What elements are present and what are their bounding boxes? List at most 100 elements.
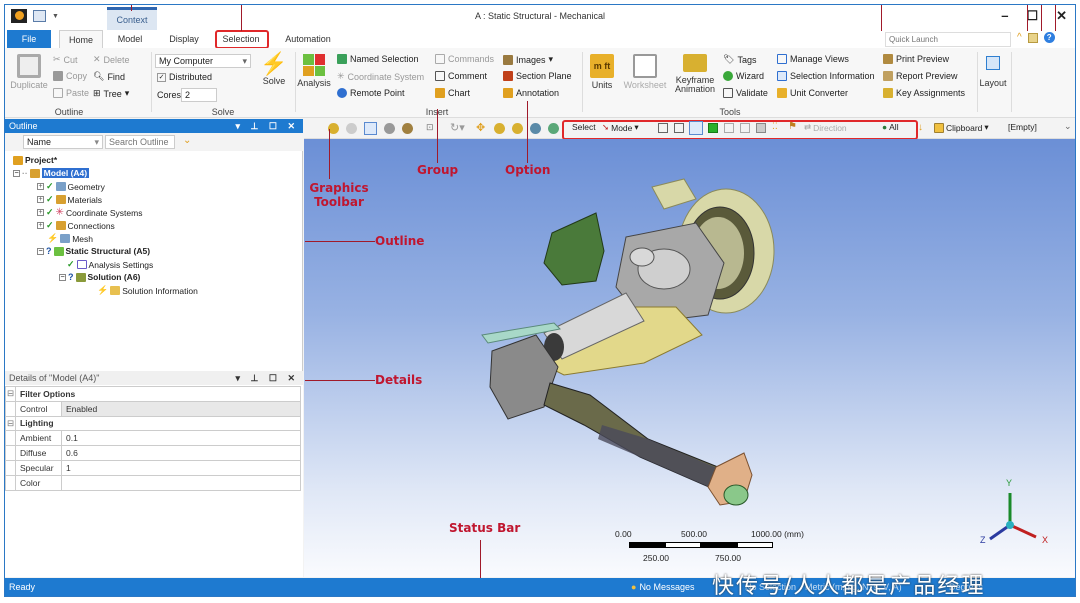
tree-item-model[interactable]: − ·· Model (A4) bbox=[13, 168, 90, 178]
tree-item-connections[interactable]: + ✓ Connections bbox=[37, 220, 115, 231]
distributed-checkbox[interactable]: ✓ Distributed bbox=[157, 72, 212, 82]
expand-icon[interactable]: + bbox=[37, 222, 44, 229]
tab-automation[interactable]: Automation bbox=[277, 30, 339, 48]
details-row[interactable]: Control Enabled bbox=[5, 400, 301, 417]
named-selection-button[interactable]: Named Selection bbox=[337, 54, 419, 64]
model-geometry[interactable] bbox=[304, 139, 1075, 577]
expand-icon[interactable]: + bbox=[37, 209, 44, 216]
expand-icon[interactable]: + bbox=[37, 183, 44, 190]
zoom-icon[interactable] bbox=[346, 123, 357, 134]
direction-button[interactable]: ⇄ Direction bbox=[804, 122, 847, 133]
tree-item-project[interactable]: Project* bbox=[13, 155, 57, 165]
tags-button[interactable]: 🏷︎ Tags bbox=[723, 54, 756, 65]
fit-icon[interactable] bbox=[548, 123, 559, 134]
tree-item-geometry[interactable]: + ✓ Geometry bbox=[37, 181, 105, 192]
analysis-button[interactable]: Analysis bbox=[297, 54, 331, 88]
tree-item-solution-information[interactable]: ⚡ Solution Information bbox=[97, 285, 198, 296]
extend-icon[interactable]: ⁚⁚ bbox=[772, 121, 778, 132]
minimize-button[interactable]: – bbox=[1001, 8, 1008, 24]
comment-button[interactable]: Comment bbox=[435, 71, 487, 81]
select-all-button[interactable]: ● All bbox=[882, 122, 899, 132]
tree-item-static-structural[interactable]: −? Static Structural (A5) bbox=[37, 246, 150, 256]
search-outline-input[interactable] bbox=[105, 135, 175, 149]
solve-machine-select[interactable]: My Computer ▾ bbox=[155, 54, 251, 68]
cores-input[interactable] bbox=[181, 88, 217, 102]
coordinate-system-button[interactable]: ✳ Coordinate System bbox=[337, 71, 424, 82]
select-node-icon[interactable] bbox=[724, 123, 734, 133]
details-row[interactable]: Color bbox=[5, 474, 301, 491]
zoom-out-icon[interactable] bbox=[512, 123, 523, 134]
keyframe-animation-button[interactable]: Keyframe Animation bbox=[671, 54, 719, 94]
select-body-icon[interactable] bbox=[708, 123, 718, 133]
details-row[interactable]: Ambient 0.1 bbox=[5, 430, 301, 447]
select-vertex-icon[interactable] bbox=[658, 123, 668, 133]
rotate-icon[interactable]: ↻▾ bbox=[450, 121, 465, 134]
expand-chevron-icon[interactable]: ⌄ bbox=[183, 135, 191, 146]
display-options-icon[interactable] bbox=[402, 123, 413, 134]
arrow-down-icon[interactable]: ↓ bbox=[918, 122, 923, 133]
filter-type-select[interactable]: Name ▾ bbox=[23, 135, 103, 149]
expand-icon[interactable]: + bbox=[37, 196, 44, 203]
maximize-button[interactable]: ☐ bbox=[1026, 8, 1038, 24]
images-button[interactable]: Images ▾ bbox=[503, 54, 553, 65]
clipboard-dropdown[interactable]: Clipboard ▾ bbox=[934, 122, 989, 133]
mode-dropdown[interactable]: ➘ Mode ▾ bbox=[602, 122, 639, 133]
collapse-icon[interactable]: ⊟ bbox=[5, 415, 16, 432]
tree-item-solution[interactable]: −? Solution (A6) bbox=[59, 272, 140, 282]
worksheet-button[interactable]: Worksheet bbox=[621, 54, 669, 90]
remote-point-button[interactable]: Remote Point bbox=[337, 88, 405, 98]
manage-views-button[interactable]: Manage Views bbox=[777, 54, 849, 64]
collapse-icon[interactable]: − bbox=[59, 273, 66, 281]
zoom-box-icon[interactable] bbox=[530, 123, 541, 134]
tree-item-analysis-settings[interactable]: ✓ Analysis Settings bbox=[67, 259, 153, 270]
tab-home[interactable]: Home bbox=[59, 30, 103, 48]
solid-view-icon[interactable] bbox=[364, 122, 377, 135]
tree-item-mesh[interactable]: ⚡ Mesh bbox=[47, 233, 93, 244]
validate-button[interactable]: Validate bbox=[723, 88, 768, 98]
toolbar-overflow-icon[interactable]: ⌄ bbox=[1064, 121, 1072, 132]
section-plane-button[interactable]: Section Plane bbox=[503, 71, 572, 81]
mesh-select-icon[interactable]: ⚑ bbox=[788, 121, 797, 132]
tab-display[interactable]: Display bbox=[161, 30, 207, 48]
paste-button[interactable]: Paste bbox=[53, 88, 89, 98]
commands-button[interactable]: Commands bbox=[435, 54, 494, 64]
collapse-icon[interactable]: − bbox=[13, 169, 20, 177]
messages-indicator[interactable]: ● No Messages bbox=[631, 578, 694, 596]
collapse-icon[interactable]: − bbox=[37, 247, 44, 255]
notes-icon[interactable] bbox=[1027, 32, 1038, 43]
panel-controls[interactable]: ▾ ⊥ ☐ ✕ bbox=[236, 119, 299, 133]
selection-information-button[interactable]: Selection Information bbox=[777, 71, 875, 81]
copy-button[interactable]: Copy bbox=[53, 71, 87, 81]
tree-item-materials[interactable]: + ✓ Materials bbox=[37, 194, 102, 205]
section-lighting[interactable]: ⊟ Lighting bbox=[5, 415, 301, 432]
select-face-icon[interactable] bbox=[689, 121, 703, 135]
duplicate-button[interactable]: Duplicate bbox=[9, 54, 49, 90]
details-row[interactable]: Diffuse 0.6 bbox=[5, 445, 301, 461]
collapse-ribbon-icon[interactable]: ^ bbox=[1017, 32, 1022, 43]
solve-button[interactable]: ⚡ Solve bbox=[259, 52, 289, 87]
help-icon[interactable]: ? bbox=[1043, 32, 1055, 43]
graphics-viewport[interactable]: 0.00 500.00 1000.00 (mm) 250.00 750.00 Y… bbox=[304, 139, 1075, 577]
select-element-face-icon[interactable] bbox=[740, 123, 750, 133]
tab-model[interactable]: Model bbox=[109, 30, 151, 48]
units-button[interactable]: m ft Units bbox=[587, 54, 617, 90]
report-preview-button[interactable]: Report Preview bbox=[883, 71, 958, 81]
details-row[interactable]: Specular 1 bbox=[5, 459, 301, 476]
print-preview-button[interactable]: Print Preview bbox=[883, 54, 949, 64]
box-zoom-icon[interactable]: ⊡ bbox=[426, 122, 434, 133]
cut-button[interactable]: ✂ Cut bbox=[53, 54, 78, 65]
section-filter-options[interactable]: ⊟ Filter Options bbox=[5, 386, 301, 402]
select-element-icon[interactable] bbox=[756, 123, 766, 133]
find-button[interactable]: 🔍︎ Find bbox=[93, 71, 125, 82]
layout-button[interactable]: Layout bbox=[977, 56, 1009, 88]
collapse-icon[interactable]: ⊟ bbox=[5, 386, 16, 402]
pan-icon[interactable]: ✥ bbox=[476, 121, 485, 134]
zoom-in-icon[interactable] bbox=[494, 123, 505, 134]
tree-item-coordinate-systems[interactable]: + ✓ ✳ Coordinate Systems bbox=[37, 207, 142, 218]
unit-converter-button[interactable]: Unit Converter bbox=[777, 88, 848, 98]
tree-button[interactable]: ⊞ Tree ▾ bbox=[93, 88, 129, 99]
key-assignments-button[interactable]: Key Assignments bbox=[883, 88, 965, 98]
chart-button[interactable]: Chart bbox=[435, 88, 470, 98]
tab-file[interactable]: File bbox=[7, 30, 51, 48]
close-button[interactable]: ✕ bbox=[1056, 8, 1067, 24]
